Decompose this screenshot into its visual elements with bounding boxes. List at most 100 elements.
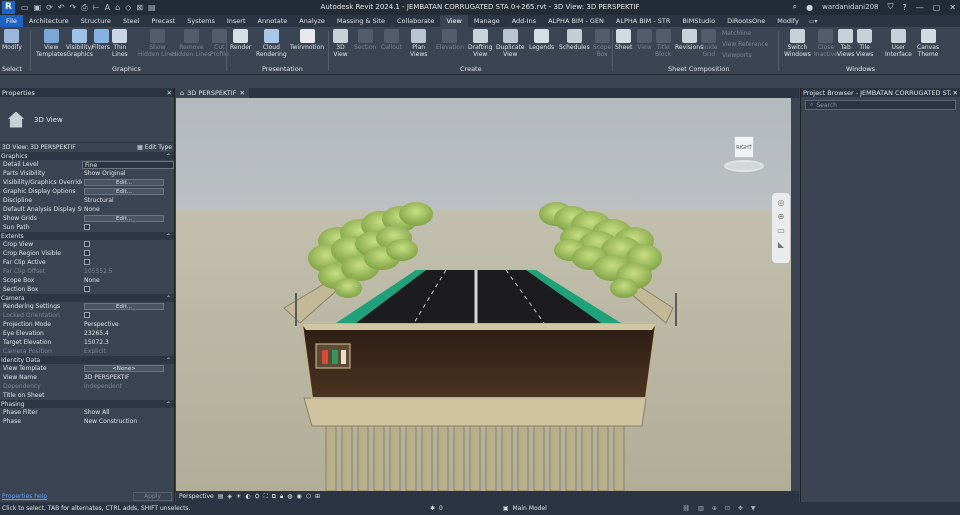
property-edit-button[interactable]: Edit... [84, 179, 164, 186]
tab-annotate[interactable]: Annotate [252, 15, 294, 27]
open-icon[interactable]: ▭ [21, 3, 29, 13]
property-checkbox[interactable] [84, 285, 90, 292]
property-checkbox[interactable] [84, 249, 90, 256]
property-value[interactable]: New Construction [82, 418, 174, 425]
text-icon[interactable]: A [105, 3, 110, 13]
tab-collaborate[interactable]: Collaborate [391, 15, 440, 27]
tab-file[interactable]: File [0, 15, 23, 27]
modify-button[interactable]: Modify [2, 29, 22, 51]
filter-icon[interactable]: ▼ [751, 505, 756, 512]
orbit-icon[interactable]: ◣ [778, 240, 784, 249]
duplicate-view-button[interactable]: Duplicate View [496, 29, 525, 58]
revisions-button[interactable]: Revisions [675, 29, 703, 51]
shadows-icon[interactable]: ◐ [245, 493, 250, 500]
tab-view[interactable]: View [440, 15, 468, 27]
property-value[interactable]: 23265.4 [82, 330, 174, 337]
render-button[interactable]: Render [230, 29, 251, 51]
tab-views-button[interactable]: Tab Views [837, 29, 854, 58]
redo-icon[interactable]: ↷ [70, 3, 77, 13]
collapse-icon[interactable]: ⌃ [166, 295, 171, 302]
small-button-viewports[interactable]: Viewports [722, 52, 752, 59]
property-value[interactable] [82, 223, 174, 232]
property-edit-button[interactable]: <None> [84, 365, 164, 372]
search-icon[interactable]: ⌕ [793, 2, 797, 12]
measure-icon[interactable]: ⊢ [93, 3, 100, 13]
lock-3d-icon[interactable]: 🔒︎ [280, 493, 283, 501]
tile-views-button[interactable]: Tile Views [856, 29, 873, 58]
property-checkbox[interactable] [84, 258, 90, 265]
tab-dirootsone[interactable]: DiRootsOne [721, 15, 771, 27]
sync-icon[interactable]: ⟳ [46, 3, 53, 13]
browser-search[interactable]: ⌕ Search [805, 100, 956, 110]
zoom-icon[interactable]: ⊕ [778, 212, 785, 221]
user-interface-button[interactable]: User Interface [885, 29, 912, 58]
help-icon[interactable]: ? [902, 3, 906, 12]
close-icon[interactable]: ✕ [953, 89, 958, 97]
close-button[interactable]: ✕ [949, 3, 956, 12]
viewcube[interactable]: RIGHT [724, 136, 766, 174]
browser-search-input[interactable]: Search [816, 102, 837, 109]
panel-presentation[interactable]: Presentation [262, 65, 303, 73]
panel-graphics[interactable]: Graphics [112, 65, 141, 73]
property-value[interactable] [82, 285, 174, 294]
user-name[interactable]: wardanidani208 [822, 3, 878, 11]
viewcube-face[interactable]: RIGHT [734, 136, 754, 158]
property-value[interactable]: Structural [82, 197, 174, 204]
property-value[interactable]: Edit... [82, 179, 174, 186]
property-checkbox[interactable] [84, 240, 90, 247]
tab-systems[interactable]: Systems [181, 15, 221, 27]
property-value[interactable]: None [82, 206, 174, 213]
tab-analyze[interactable]: Analyze [293, 15, 331, 27]
category-extents[interactable]: Extents ⌃ [0, 232, 174, 240]
section-button[interactable]: Section [354, 29, 376, 51]
apply-button[interactable]: Apply [133, 492, 172, 501]
projection-mode[interactable]: Perspective [179, 493, 214, 500]
close-icon[interactable]: ✕ [167, 89, 172, 97]
property-value[interactable] [82, 240, 174, 249]
tab-architecture[interactable]: Architecture [23, 15, 75, 27]
steering-wheel-icon[interactable]: ◎ [778, 198, 785, 207]
instance-dropdown[interactable]: 3D View: 3D PERSPEKTIF [2, 144, 76, 151]
small-button-matchline[interactable]: Matchline [722, 30, 751, 37]
property-checkbox[interactable] [84, 223, 90, 230]
show-crop-icon[interactable]: ⧉ [272, 493, 276, 501]
tab-bimstudio[interactable]: BIMStudio [676, 15, 721, 27]
section-icon[interactable]: ◇ [125, 3, 131, 13]
property-edit-button[interactable]: Edit... [84, 215, 164, 222]
panel-windows[interactable]: Windows [846, 65, 875, 73]
tab-alpha-bim-str[interactable]: ALPHA BIM - STR [610, 15, 676, 27]
undo-icon[interactable]: ↶ [58, 3, 65, 13]
zoom-extents-icon[interactable]: ▭ [777, 226, 785, 235]
scope-box-button[interactable]: Scope Box [593, 29, 611, 58]
collapse-icon[interactable]: ⌃ [166, 233, 171, 240]
property-value[interactable]: Perspective [82, 321, 174, 328]
select-underlay-icon[interactable]: ▥ [698, 505, 704, 512]
temporary-hide-icon[interactable]: ◍ [287, 493, 292, 500]
user-icon[interactable]: ● [806, 3, 813, 12]
minimize-button[interactable]: — [916, 3, 924, 12]
tab-insert[interactable]: Insert [221, 15, 252, 27]
callout-button[interactable]: Callout [381, 29, 402, 51]
canvas-theme-button[interactable]: Canvas Theme [917, 29, 939, 58]
property-value[interactable]: Show All [82, 409, 174, 416]
ribbon-toggle-icon[interactable]: ▭▾ [809, 18, 818, 25]
switch-windows-icon[interactable]: ▤ [148, 3, 156, 13]
detail-level-icon[interactable]: ▤ [218, 493, 224, 500]
visual-style-icon[interactable]: ◈ [227, 493, 232, 500]
tab-massing-site[interactable]: Massing & Site [331, 15, 391, 27]
active-model[interactable]: Main Model [513, 505, 683, 512]
tab-modify[interactable]: Modify [771, 15, 805, 27]
crop-icon[interactable]: ⛶ [264, 493, 268, 501]
edit-type-button[interactable]: ▦ Edit Type [137, 144, 172, 151]
property-value[interactable] [82, 258, 174, 267]
switch-windows-button[interactable]: Switch Windows [784, 29, 811, 58]
panel-sheet-composition[interactable]: Sheet Composition [668, 65, 729, 73]
tab-add-ins[interactable]: Add-Ins [506, 15, 542, 27]
twinmotion-button[interactable]: Twinmotion [290, 29, 324, 51]
tab-structure[interactable]: Structure [75, 15, 117, 27]
category-phasing[interactable]: Phasing ⌃ [0, 400, 174, 408]
drafting-view-button[interactable]: Drafting View [468, 29, 492, 58]
3d-view-button[interactable]: 3D View [333, 29, 348, 58]
tab-manage[interactable]: Manage [468, 15, 506, 27]
design-options-icon[interactable]: ▣ [503, 505, 509, 512]
